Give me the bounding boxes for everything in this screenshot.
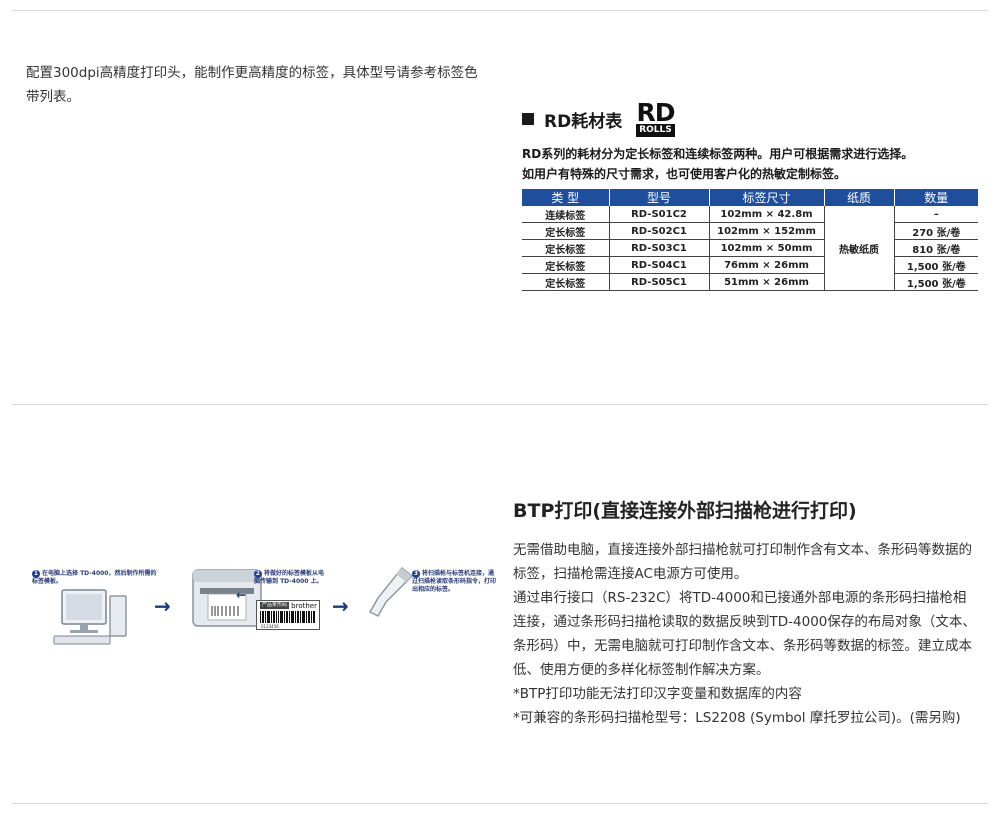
logo-rolls-text: ROLLS <box>636 123 675 137</box>
step-1-caption: 1 在电脑上选择 TD-4000，然后制作所需的标签模板。 <box>32 570 160 586</box>
cell-type: 定长标签 <box>522 256 610 274</box>
table-row: 定长标签 RD-S02C1 102mm × 152mm 270 张/卷 <box>522 222 978 240</box>
cell-qty: 810 张/卷 <box>894 239 978 257</box>
btp-note-1: *BTP打印功能无法打印汉字变量和数据库的内容 <box>513 686 802 702</box>
col-header-size: 标签尺寸 <box>709 189 825 206</box>
arrow-right-icon: → <box>332 594 349 618</box>
step-3-number: 3 <box>412 570 420 578</box>
table-row: 定长标签 RD-S04C1 76mm × 26mm 1,500 张/卷 <box>522 256 978 274</box>
step-1-text: 在电脑上选择 TD-4000，然后制作所需的标签模板。 <box>32 570 157 585</box>
rd-rolls-logo: RD ROLLS <box>636 97 675 137</box>
sample-barcode-label: 产品条形码 brother 0123456 <box>256 600 320 630</box>
label-printer-icon <box>192 569 262 627</box>
step-2-caption: 2 将做好的标签模板从电脑传输到 TD-4000 上。 <box>254 570 324 586</box>
square-bullet-icon <box>522 113 534 125</box>
rd-rolls-table-image: RD耗材表 RD ROLLS RD系列的耗材分为定长标签和连续标签两种。用户可根… <box>522 100 978 291</box>
col-header-paper: 纸质 <box>824 189 895 206</box>
cell-model: RD-S05C1 <box>609 273 710 291</box>
cell-qty: 1,500 张/卷 <box>894 256 978 274</box>
btp-note-2: *可兼容的条形码扫描枪型号：LS2208 (Symbol 摩托罗拉公司)。(需另… <box>513 710 961 726</box>
barcode-scanner-icon <box>369 567 414 617</box>
rd-desc-line-1: RD系列的耗材分为定长标签和连续标签两种。用户可根据需求进行选择。 <box>522 147 914 161</box>
step-1-number: 1 <box>32 570 40 578</box>
col-header-model: 型号 <box>609 189 710 206</box>
cell-type: 连续标签 <box>522 206 610 223</box>
cell-size: 102mm × 152mm <box>709 222 825 240</box>
btp-paragraph-1: 无需借助电脑，直接连接外部扫描枪就可打印制作含有文本、条形码等数据的标签，扫描枪… <box>513 542 972 582</box>
cell-paper: 热敏纸质 <box>824 206 895 291</box>
barcode-digits: 0123456 <box>261 624 279 629</box>
divider-middle <box>12 404 988 405</box>
arrow-left-icon: ← <box>236 588 247 602</box>
cell-size: 76mm × 26mm <box>709 256 825 274</box>
cell-model: RD-S01C2 <box>609 206 710 223</box>
cell-size: 51mm × 26mm <box>709 273 825 291</box>
table-row: 定长标签 RD-S05C1 51mm × 26mm 1,500 张/卷 <box>522 273 978 291</box>
step-2-number: 2 <box>254 570 262 578</box>
rd-rolls-heading: RD耗材表 <box>544 111 623 132</box>
step-3-caption: 3 将扫描枪与标签机连接，通过扫描枪读取条形码指令，打印出相应的标签。 <box>412 570 496 594</box>
cell-model: RD-S02C1 <box>609 222 710 240</box>
step-3-text: 将扫描枪与标签机连接，通过扫描枪读取条形码指令，打印出相应的标签。 <box>412 570 497 593</box>
cell-type: 定长标签 <box>522 273 610 291</box>
divider-top <box>12 10 988 11</box>
rd-rolls-header: RD耗材表 RD ROLLS <box>522 100 978 138</box>
cell-qty: 1,500 张/卷 <box>894 273 978 291</box>
cell-size: 102mm × 42.8m <box>709 206 825 223</box>
col-header-qty: 数量 <box>894 189 978 206</box>
cell-qty: – <box>894 206 978 223</box>
section1-description: 配置300dpi高精度打印头，能制作更高精度的标签，具体型号请参考标签色带列表。 <box>26 65 478 105</box>
label-brand-text: brother <box>291 602 317 610</box>
logo-rd-text: RD <box>636 97 675 127</box>
label-product-text: 产品条形码 <box>260 602 290 609</box>
rd-rolls-description: RD系列的耗材分为定长标签和连续标签两种。用户可根据需求进行选择。 如用户有特殊… <box>522 144 978 184</box>
btp-flow-diagram: 1 在电脑上选择 TD-4000，然后制作所需的标签模板。 → 2 将做好的标签模板… <box>26 560 496 660</box>
cell-qty: 270 张/卷 <box>894 222 978 240</box>
table-row: 定长标签 RD-S03C1 102mm × 50mm 810 张/卷 <box>522 239 978 257</box>
btp-paragraph-2: 通过串行接口（RS-232C）将TD-4000和已接通外部电源的条形码扫描枪相连… <box>513 590 976 678</box>
step-2-text: 将做好的标签模板从电脑传输到 TD-4000 上。 <box>254 570 325 585</box>
divider-bottom <box>12 803 988 804</box>
computer-icon <box>53 589 127 645</box>
cell-model: RD-S04C1 <box>609 256 710 274</box>
rd-desc-line-2: 如用户有特殊的尺寸需求，也可使用客户化的热敏定制标签。 <box>522 167 847 181</box>
barcode-icon <box>260 611 315 623</box>
cell-type: 定长标签 <box>522 222 610 240</box>
arrow-right-icon: → <box>154 594 171 618</box>
cell-type: 定长标签 <box>522 239 610 257</box>
table-header-row: 类 型 型号 标签尺寸 纸质 数量 <box>522 189 978 206</box>
table-row: 连续标签 RD-S01C2 102mm × 42.8m 热敏纸质 – <box>522 206 978 291</box>
rd-rolls-table: 类 型 型号 标签尺寸 纸质 数量 连续标签 RD-S01C2 102mm × … <box>522 189 978 291</box>
col-header-type: 类 型 <box>522 189 610 206</box>
btp-title: BTP打印(直接连接外部扫描枪进行打印) <box>513 500 857 522</box>
cell-model: RD-S03C1 <box>609 239 710 257</box>
cell-size: 102mm × 50mm <box>709 239 825 257</box>
